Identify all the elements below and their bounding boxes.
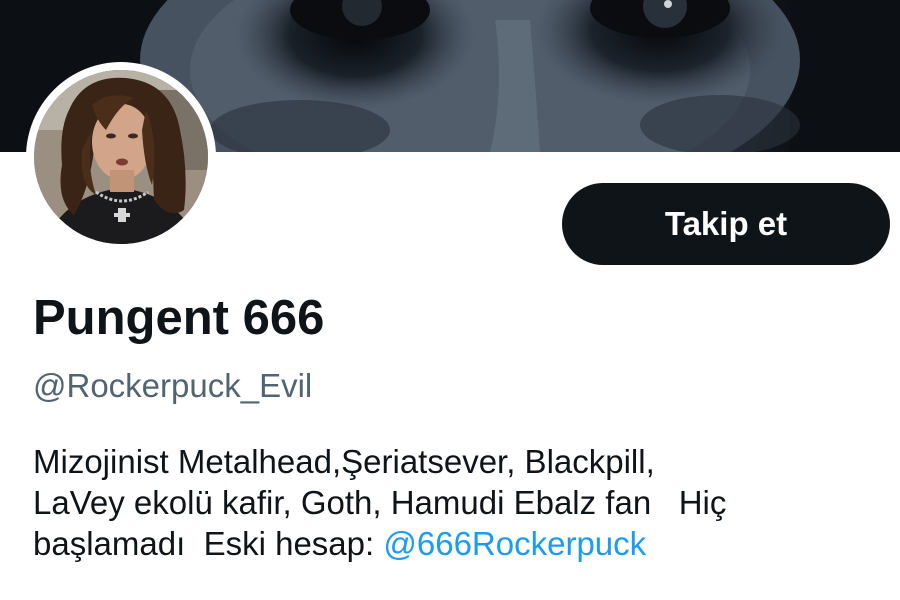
avatar-image bbox=[34, 70, 208, 244]
bio-line-3-text: başlamadı Eski hesap: bbox=[33, 525, 384, 562]
display-name: Pungent 666 bbox=[33, 291, 325, 345]
profile-bio: Mizojinist Metalhead,Şeriatsever, Blackp… bbox=[33, 441, 893, 564]
avatar[interactable] bbox=[26, 62, 216, 252]
user-handle: @Rockerpuck_Evil bbox=[33, 367, 313, 404]
bio-line-2: LaVey ekolü kafir, Goth, Hamudi Ebalz fa… bbox=[33, 484, 727, 521]
old-account-link[interactable]: @666Rockerpuck bbox=[383, 525, 646, 562]
follow-button[interactable]: Takip et bbox=[562, 183, 890, 265]
bio-line-1: Mizojinist Metalhead,Şeriatsever, Blackp… bbox=[33, 443, 655, 480]
bio-line-3: başlamadı Eski hesap: @666Rockerpuck bbox=[33, 523, 893, 564]
